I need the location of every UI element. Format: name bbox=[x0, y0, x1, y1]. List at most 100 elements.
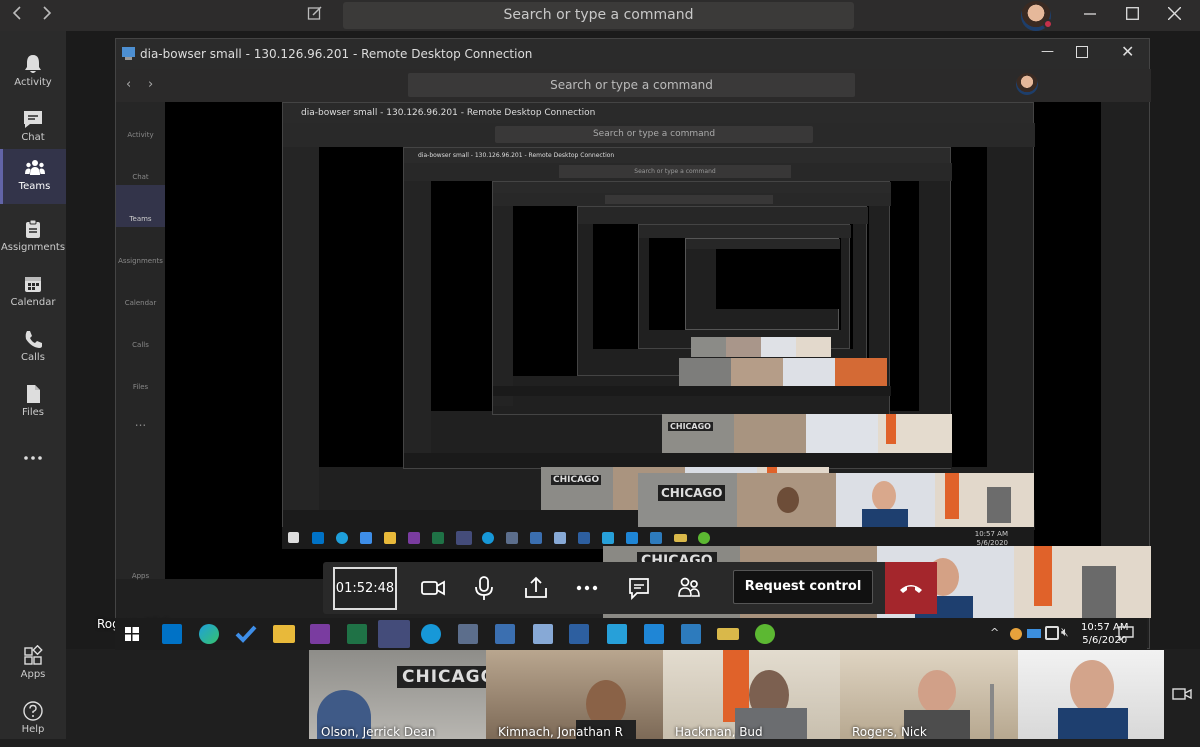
rail-label: Teams bbox=[18, 181, 51, 192]
bell-icon bbox=[25, 55, 41, 73]
presence-busy-icon bbox=[1043, 19, 1053, 29]
participant-tile[interactable]: Kimnach, Jonathan R bbox=[486, 650, 663, 739]
participant-name: Olson, Jerrick Dean bbox=[321, 725, 436, 739]
rail-label: Chat bbox=[21, 132, 45, 143]
remote-rail-label: Assignments bbox=[118, 257, 163, 265]
people-icon bbox=[678, 577, 700, 597]
rail-label: Apps bbox=[20, 669, 46, 680]
network-icon[interactable] bbox=[1045, 626, 1059, 640]
chicago-sign: CHICAGO bbox=[397, 666, 486, 688]
chat-button[interactable] bbox=[625, 574, 653, 602]
remote-desktop-taskbar-icon[interactable] bbox=[458, 624, 478, 644]
minimize-button[interactable] bbox=[1077, 4, 1103, 26]
video-tile bbox=[935, 473, 1034, 527]
video-tile bbox=[806, 414, 878, 453]
rail-activity[interactable]: Activity bbox=[0, 45, 66, 100]
rail-apps[interactable]: Apps bbox=[0, 637, 66, 692]
outlook-icon[interactable] bbox=[162, 624, 182, 644]
rail-teams[interactable]: Teams bbox=[0, 149, 66, 204]
edge-icon[interactable] bbox=[199, 624, 219, 644]
notification-icon[interactable] bbox=[1118, 626, 1134, 641]
remote-forward-button[interactable]: › bbox=[148, 77, 153, 92]
participant-tile[interactable]: Hackman, Bud bbox=[663, 650, 840, 739]
excel-icon[interactable] bbox=[347, 624, 367, 644]
forward-button[interactable] bbox=[36, 5, 56, 25]
tray-app-icon[interactable] bbox=[1010, 628, 1022, 640]
remote-nested-rail bbox=[283, 147, 319, 537]
rail-calls[interactable]: Calls bbox=[0, 320, 66, 375]
shared-screen-stage: dia-bowser small - 130.126.96.201 - Remo… bbox=[66, 31, 1200, 649]
file-explorer-icon[interactable] bbox=[273, 625, 295, 643]
app-rail: Activity Chat Teams Assignments Calendar… bbox=[0, 31, 66, 739]
chat-icon bbox=[629, 578, 649, 601]
rdp-minimize-button[interactable]: — bbox=[1041, 44, 1061, 64]
video-tile: CHICAGO bbox=[638, 473, 737, 527]
app-icon[interactable] bbox=[569, 624, 589, 644]
chevron-left-icon bbox=[12, 6, 21, 20]
tray-chevron-icon[interactable]: ^ bbox=[990, 626, 999, 639]
participant-tile[interactable]: Rogers, Nick bbox=[840, 650, 1018, 739]
rail-assignments[interactable]: Assignments bbox=[0, 210, 66, 265]
calendar-icon bbox=[25, 277, 41, 292]
video-tile bbox=[734, 414, 806, 453]
more-icon bbox=[24, 456, 42, 460]
file-icon bbox=[27, 385, 40, 403]
more-actions-button[interactable] bbox=[573, 574, 601, 602]
rail-label: Files bbox=[22, 407, 44, 418]
powershell-icon[interactable] bbox=[681, 624, 701, 644]
rdp-maximize-button[interactable] bbox=[1076, 46, 1088, 58]
minimize-icon bbox=[1084, 13, 1096, 15]
search-input[interactable]: Search or type a command bbox=[343, 2, 854, 29]
participant-tile[interactable]: CHICAGO Olson, Jerrick Dean bbox=[309, 650, 486, 739]
remote-nested-search[interactable]: Search or type a command bbox=[495, 126, 813, 143]
remote-desktop-window-nested-3 bbox=[492, 181, 891, 415]
camera-button[interactable] bbox=[419, 574, 447, 602]
microphone-button[interactable] bbox=[470, 574, 498, 602]
close-button[interactable] bbox=[1161, 4, 1187, 26]
participant-tile-self[interactable] bbox=[1018, 650, 1164, 739]
app-icon[interactable] bbox=[717, 628, 739, 640]
video-expand-icon[interactable] bbox=[1172, 686, 1192, 702]
request-control-button[interactable]: Request control bbox=[733, 570, 873, 604]
remote-desktop-window-nested-2: dia-bowser small - 130.126.96.201 - Remo… bbox=[403, 147, 952, 469]
rail-chat[interactable]: Chat bbox=[0, 100, 66, 155]
rdp-close-button[interactable]: ✕ bbox=[1121, 42, 1141, 62]
app-icon[interactable] bbox=[755, 624, 775, 644]
back-button[interactable] bbox=[8, 5, 28, 25]
windows-start-icon[interactable] bbox=[288, 532, 299, 543]
compose-button[interactable] bbox=[305, 5, 325, 25]
rail-calendar[interactable]: Calendar bbox=[0, 265, 66, 320]
remote-back-button[interactable]: ‹ bbox=[126, 77, 131, 92]
close-icon bbox=[1167, 6, 1181, 21]
teams-taskbar-icon[interactable] bbox=[378, 620, 410, 648]
volume-muted-icon[interactable]: 🔇︎ bbox=[1061, 625, 1069, 640]
remote-avatar bbox=[1016, 73, 1038, 95]
vscode-icon[interactable] bbox=[644, 624, 664, 644]
participant-name: Rogers, Nick bbox=[852, 725, 927, 739]
windows-start-icon[interactable] bbox=[125, 627, 139, 641]
video-camera-icon bbox=[421, 580, 445, 596]
onedrive-icon[interactable] bbox=[1027, 629, 1041, 638]
share-screen-button[interactable] bbox=[522, 574, 550, 602]
rail-more[interactable] bbox=[0, 435, 66, 471]
remote-rail-label: ... bbox=[134, 415, 147, 429]
todo-icon[interactable] bbox=[235, 624, 257, 644]
rail-label: Activity bbox=[14, 77, 52, 88]
app-icon[interactable] bbox=[533, 624, 553, 644]
rail-files[interactable]: Files bbox=[0, 375, 66, 430]
rail-label: Assignments bbox=[0, 242, 66, 253]
hang-up-button[interactable] bbox=[885, 562, 937, 614]
compose-icon bbox=[307, 6, 322, 20]
remote-search-input[interactable]: Search or type a command bbox=[408, 73, 855, 97]
skype-icon[interactable] bbox=[421, 624, 441, 644]
app-icon[interactable] bbox=[607, 624, 627, 644]
network-app-icon[interactable] bbox=[495, 624, 515, 644]
teams-icon bbox=[24, 160, 45, 175]
maximize-button[interactable] bbox=[1119, 4, 1145, 26]
call-timer: 01:52:48 bbox=[333, 567, 397, 610]
remote-nested-2-search[interactable]: Search or type a command bbox=[559, 165, 791, 178]
participants-button[interactable] bbox=[675, 574, 703, 602]
participant-name: Kimnach, Jonathan R bbox=[498, 725, 623, 739]
rail-label: Calls bbox=[21, 352, 45, 363]
onenote-icon[interactable] bbox=[310, 624, 330, 644]
